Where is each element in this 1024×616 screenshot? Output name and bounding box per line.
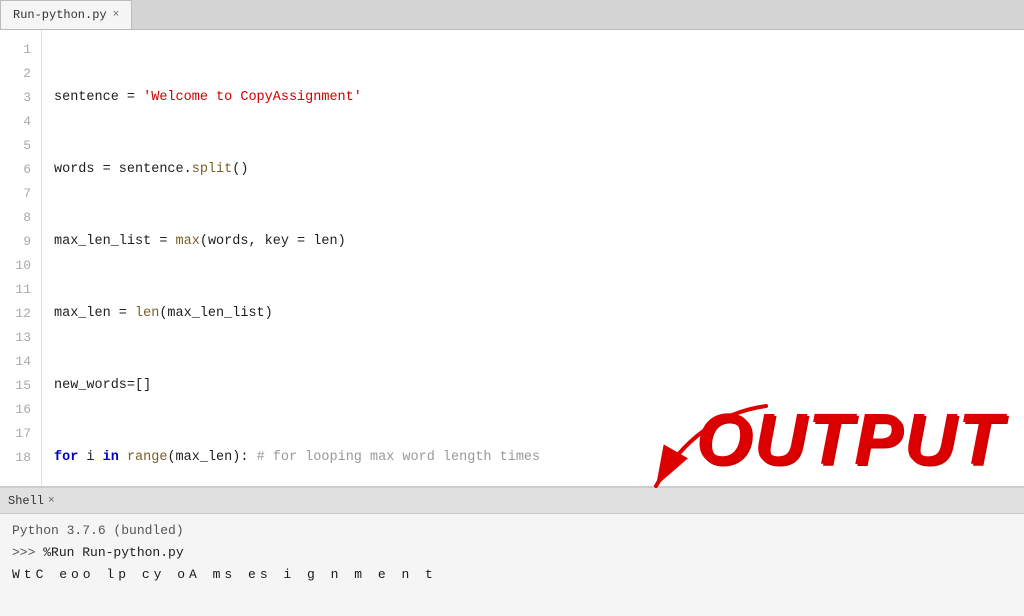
shell-panel: Shell × Python 3.7.6 (bundled) >>> %Run … [0,486,1024,616]
line-num-4: 4 [8,110,31,134]
shell-output: WtC eoo lp cy oA ms es i g n m e n t [12,564,1012,586]
line-num-14: 14 [8,350,31,374]
line-num-6: 6 [8,158,31,182]
line-num-11: 11 [8,278,31,302]
code-line-1: sentence = 'Welcome to CopyAssignment' [54,86,1024,110]
line-num-17: 17 [8,422,31,446]
code-line-3: max_len_list = max(words, key = len) [54,230,1024,254]
line-num-3: 3 [8,86,31,110]
code-line-5: new_words=[] [54,374,1024,398]
shell-run-line: >>> %Run Run-python.py [12,542,1012,564]
line-num-9: 9 [8,230,31,254]
line-numbers: 1 2 3 4 5 6 7 8 9 10 11 12 13 14 15 16 1… [0,30,42,486]
line-num-15: 15 [8,374,31,398]
shell-tab[interactable]: Shell × [8,494,55,508]
line-num-16: 16 [8,398,31,422]
shell-content[interactable]: Python 3.7.6 (bundled) >>> %Run Run-pyth… [0,514,1024,616]
shell-tab-close[interactable]: × [48,495,55,507]
line-num-18: 18 [8,446,31,470]
shell-tab-label: Shell [8,494,44,508]
line-num-12: 12 [8,302,31,326]
tab-label: Run-python.py [13,8,107,22]
line-num-10: 10 [8,254,31,278]
shell-version-line: Python 3.7.6 (bundled) [12,520,1012,542]
line-num-1: 1 [8,38,31,62]
editor-wrapper: 1 2 3 4 5 6 7 8 9 10 11 12 13 14 15 16 1… [0,30,1024,486]
shell-tab-bar: Shell × [0,488,1024,514]
code-line-2: words = sentence.split() [54,158,1024,182]
shell-prompt: >>> [12,545,43,560]
shell-run-cmd: %Run Run-python.py [43,545,183,560]
code-area: 1 2 3 4 5 6 7 8 9 10 11 12 13 14 15 16 1… [0,30,1024,486]
line-num-8: 8 [8,206,31,230]
code-line-4: max_len = len(max_len_list) [54,302,1024,326]
code-editor[interactable]: 1 2 3 4 5 6 7 8 9 10 11 12 13 14 15 16 1… [0,30,1024,486]
line-num-2: 2 [8,62,31,86]
editor-tab[interactable]: Run-python.py × [0,0,132,29]
line-num-5: 5 [8,134,31,158]
tab-close-button[interactable]: × [113,9,120,21]
tab-bar: Run-python.py × [0,0,1024,30]
line-num-7: 7 [8,182,31,206]
line-num-13: 13 [8,326,31,350]
code-content[interactable]: sentence = 'Welcome to CopyAssignment' w… [42,30,1024,486]
code-line-6: for i in range(max_len): # for looping m… [54,446,1024,470]
